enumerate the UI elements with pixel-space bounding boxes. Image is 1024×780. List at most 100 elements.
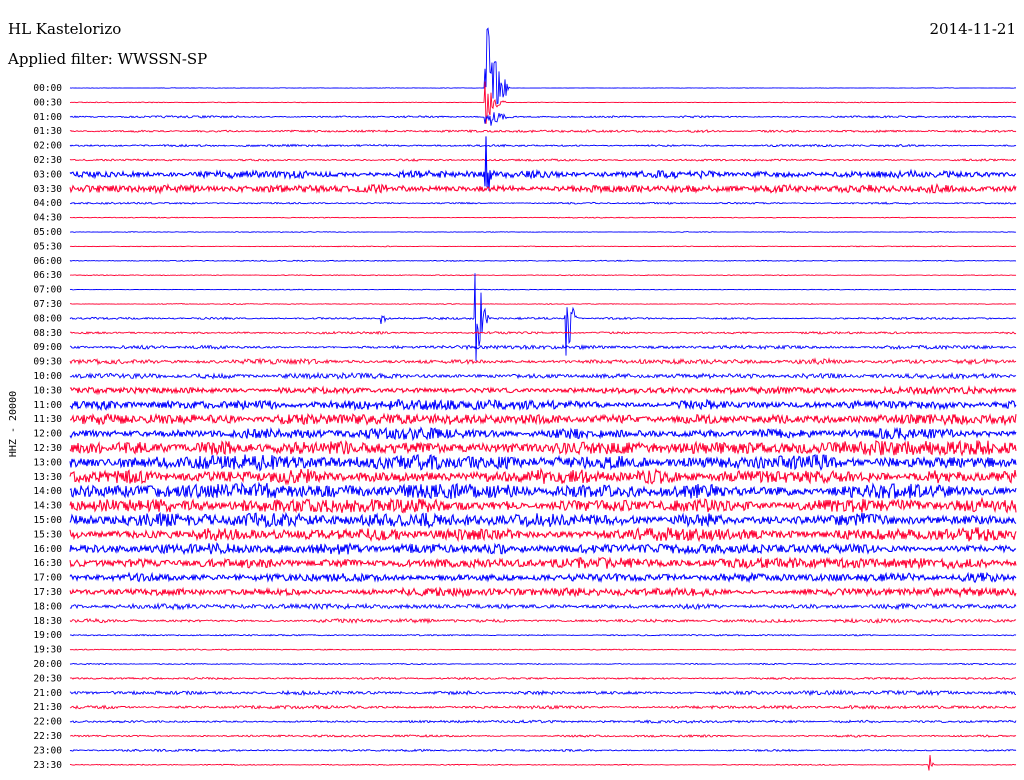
- time-label: 02:30: [33, 155, 62, 166]
- time-label: 04:30: [33, 213, 62, 224]
- trace-row-2230: [70, 735, 1016, 737]
- trace-row-1330: [70, 469, 1016, 484]
- time-label: 03:00: [33, 169, 62, 180]
- trace-row-2200: [70, 720, 1016, 723]
- trace-group: [70, 28, 1016, 770]
- time-label: 13:30: [33, 472, 62, 483]
- trace-row-2130: [70, 706, 1016, 709]
- y-axis-label: HHZ - 20000: [8, 391, 19, 457]
- trace-row-0530: [70, 246, 1016, 247]
- trace-row-0200: [70, 145, 1016, 147]
- trace-row-0230: [70, 159, 1016, 161]
- time-label: 23:30: [33, 760, 62, 771]
- time-label: 18:00: [33, 601, 62, 612]
- time-label: 10:30: [33, 385, 62, 396]
- trace-row-0930: [70, 359, 1016, 364]
- time-label: 17:30: [33, 587, 62, 598]
- trace-row-1430: [70, 499, 1016, 513]
- trace-row-1800: [70, 604, 1016, 609]
- time-label: 00:30: [33, 97, 62, 108]
- trace-row-0500: [70, 232, 1016, 233]
- time-label: 11:00: [33, 400, 62, 411]
- trace-row-1030: [70, 387, 1016, 394]
- trace-row-1930: [70, 649, 1016, 650]
- time-label: 01:00: [33, 112, 62, 123]
- time-label: 21:30: [33, 702, 62, 713]
- trace-row-2000: [70, 663, 1016, 664]
- time-label: 03:30: [33, 184, 62, 195]
- trace-row-0730: [70, 304, 1016, 305]
- trace-row-2330: [70, 755, 1016, 771]
- trace-row-0100: [70, 112, 1016, 125]
- time-label: 14:30: [33, 501, 62, 512]
- trace-row-1200: [70, 428, 1016, 440]
- time-label: 16:30: [33, 558, 62, 569]
- time-label: 06:30: [33, 270, 62, 281]
- trace-row-1830: [70, 619, 1016, 623]
- time-label: 19:30: [33, 645, 62, 656]
- time-label: 17:00: [33, 573, 62, 584]
- time-label: 23:00: [33, 745, 62, 756]
- filter-subtitle: Applied filter: WWSSN-SP: [8, 50, 207, 68]
- time-label-group: 00:00 00:30 01:00 01:30 02:00 02:30 03:00 03:30…: [33, 83, 62, 771]
- trace-row-1000: [70, 373, 1016, 379]
- time-label: 14:00: [33, 486, 62, 497]
- trace-row-0400: [70, 202, 1016, 204]
- trace-row-0330: [70, 185, 1016, 193]
- trace-row-1100: [70, 400, 1016, 410]
- time-label: 08:00: [33, 313, 62, 324]
- time-label: 15:30: [33, 529, 62, 540]
- station-title: HL Kastelorizo: [8, 20, 121, 38]
- time-label: 05:30: [33, 241, 62, 252]
- time-label: 01:30: [33, 126, 62, 137]
- time-label: 22:00: [33, 717, 62, 728]
- trace-row-0300: [70, 136, 1016, 190]
- time-label: 20:30: [33, 673, 62, 684]
- helicorder-plot: 00:00 00:30 01:00 01:30 02:00 02:30 03:00 03:30…: [0, 0, 1024, 780]
- time-label: 09:30: [33, 357, 62, 368]
- time-label: 07:30: [33, 299, 62, 310]
- time-label: 00:00: [33, 83, 62, 94]
- time-label: 13:00: [33, 457, 62, 468]
- time-label: 08:30: [33, 328, 62, 339]
- time-label: 16:00: [33, 544, 62, 555]
- time-label: 19:00: [33, 630, 62, 641]
- time-label: 11:30: [33, 414, 62, 425]
- time-label: 04:00: [33, 198, 62, 209]
- trace-row-0630: [70, 275, 1016, 276]
- trace-row-0130: [70, 130, 1016, 132]
- time-label: 02:00: [33, 141, 62, 152]
- trace-row-1530: [70, 527, 1016, 541]
- time-label: 21:00: [33, 688, 62, 699]
- time-label: 07:00: [33, 285, 62, 296]
- trace-row-2030: [70, 677, 1016, 679]
- time-label: 12:00: [33, 429, 62, 440]
- trace-row-1730: [70, 588, 1016, 596]
- trace-row-0830: [70, 332, 1016, 334]
- trace-row-1500: [70, 513, 1016, 527]
- trace-row-0900: [70, 345, 1016, 349]
- time-label: 18:30: [33, 616, 62, 627]
- trace-row-0600: [70, 260, 1016, 261]
- trace-row-1900: [70, 635, 1016, 636]
- time-label: 06:00: [33, 256, 62, 267]
- trace-row-1230: [70, 441, 1016, 456]
- time-label: 15:00: [33, 515, 62, 526]
- date-label: 2014-11-21: [930, 20, 1016, 38]
- time-label: 20:00: [33, 659, 62, 670]
- time-label: 09:00: [33, 342, 62, 353]
- time-label: 22:30: [33, 731, 62, 742]
- trace-row-1130: [70, 414, 1016, 424]
- trace-row-0000: [70, 28, 1016, 103]
- trace-row-0430: [70, 217, 1016, 218]
- trace-row-2300: [70, 749, 1016, 751]
- trace-row-1600: [70, 543, 1016, 554]
- trace-row-1630: [70, 558, 1016, 569]
- time-label: 12:30: [33, 443, 62, 454]
- time-label: 10:00: [33, 371, 62, 382]
- trace-row-1700: [70, 573, 1016, 582]
- time-label: 05:00: [33, 227, 62, 238]
- trace-row-1300: [70, 455, 1016, 471]
- trace-row-0700: [70, 289, 1016, 290]
- trace-row-2100: [70, 691, 1016, 695]
